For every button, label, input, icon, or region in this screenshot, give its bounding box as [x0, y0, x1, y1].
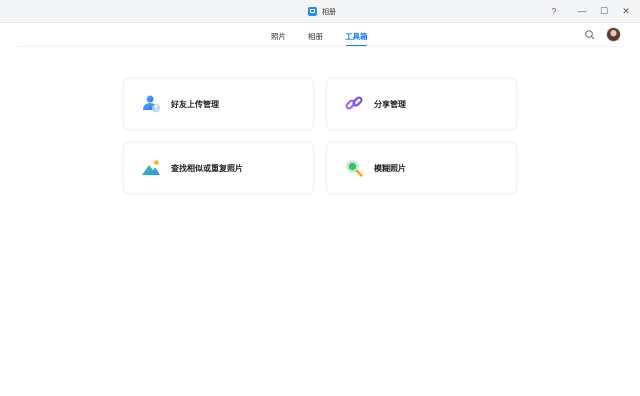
nav-divider: [18, 46, 622, 47]
friend-upload-label: 好友上传管理: [171, 99, 219, 109]
album-app-icon: [308, 7, 317, 16]
user-avatar[interactable]: [607, 28, 620, 41]
tab-photos[interactable]: 照片: [271, 31, 286, 42]
find-similar-card[interactable]: 查找相似或重复照片: [123, 142, 314, 194]
landscape-icon: [142, 160, 160, 175]
close-button[interactable]: ✕: [618, 3, 634, 19]
window-title: 相册: [322, 8, 336, 16]
link-icon: [345, 96, 363, 110]
find-similar-label: 查找相似或重复照片: [171, 163, 243, 173]
blurry-photos-card[interactable]: 模糊照片: [326, 142, 517, 194]
share-manage-label: 分享管理: [374, 99, 406, 109]
help-button[interactable]: ?: [546, 3, 562, 19]
share-manage-card[interactable]: 分享管理: [326, 78, 517, 130]
title-bar: 相册 ? — ☐ ✕: [0, 0, 640, 23]
friend-upload-icon: [143, 95, 160, 112]
tab-toolbox[interactable]: 工具箱: [345, 31, 368, 46]
magnifier-icon: [346, 160, 363, 177]
window-controls: ? — ☐ ✕: [540, 3, 634, 19]
app-title: 相册: [308, 5, 336, 18]
blurry-photos-label: 模糊照片: [374, 163, 406, 173]
nav-bar: 照片 相册 工具箱: [0, 23, 640, 47]
tab-bar: 照片 相册 工具箱: [271, 31, 390, 46]
minimize-button[interactable]: —: [574, 3, 590, 19]
maximize-button[interactable]: ☐: [596, 3, 612, 19]
tab-albums[interactable]: 相册: [308, 31, 323, 42]
friend-upload-card[interactable]: 好友上传管理: [123, 78, 314, 130]
search-icon[interactable]: [584, 29, 596, 41]
